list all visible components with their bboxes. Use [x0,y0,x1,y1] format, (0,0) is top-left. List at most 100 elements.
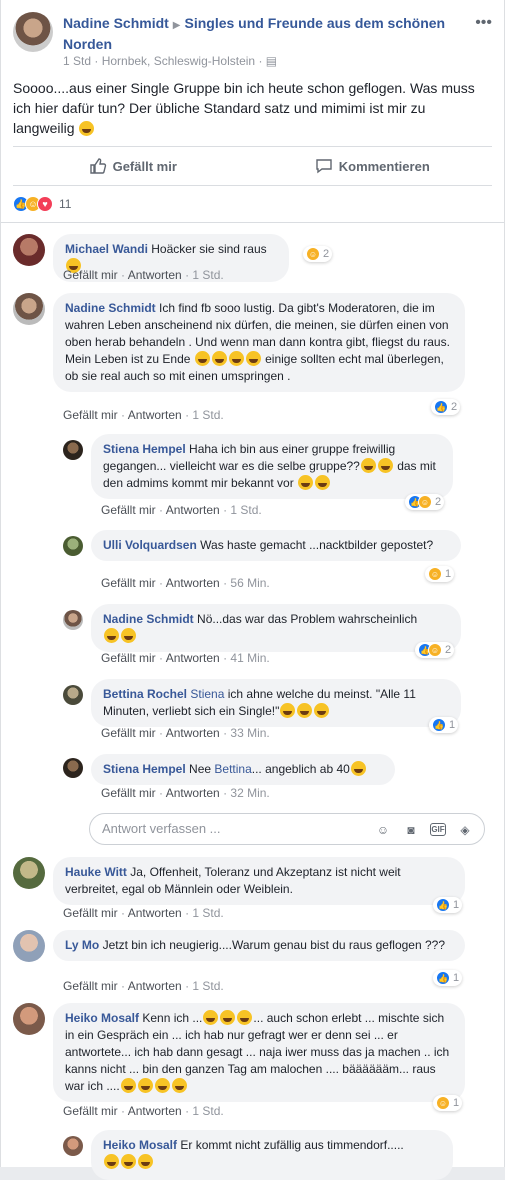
post-header: Nadine Schmidt ▶ Singles und Freunde aus d… [13,12,492,72]
comment-author[interactable]: Ulli Volquardsen [103,538,197,552]
comment-reply-link[interactable]: Antworten [166,786,220,800]
comment-like-link[interactable]: Gefällt mir [101,503,156,517]
comment-mention[interactable]: Stiena [190,687,224,701]
comment-time[interactable]: 1 Std. [192,979,223,993]
comment-author[interactable]: Stiena Hempel [103,762,186,776]
more-options-icon[interactable]: ••• [475,14,492,32]
reply-composer: ☺ ◙ GIF ◈ [89,813,485,845]
comment-like-link[interactable]: Gefällt mir [101,651,156,665]
like-button[interactable]: Gefällt mir [13,147,253,185]
comment-author[interactable]: Heiko Mosalf [103,1138,177,1152]
comment-like-link[interactable]: Gefällt mir [63,906,118,920]
comment-reply-link[interactable]: Antworten [128,979,182,993]
like-reaction-icon: 👍 [434,400,448,414]
comment-time[interactable]: 1 Std. [230,503,261,517]
comment-time[interactable]: 32 Min. [230,786,269,800]
comment-like-link[interactable]: Gefällt mir [101,786,156,800]
comment-author[interactable]: Stiena Hempel [103,442,186,456]
rofl-emoji-icon [360,458,376,473]
comment-reactions[interactable]: ☺ 1 [433,1095,463,1111]
comment-like-link[interactable]: Gefällt mir [101,726,156,740]
avatar[interactable] [63,1136,83,1156]
comment-time[interactable]: 41 Min. [230,651,269,665]
comment-reply-link[interactable]: Antworten [166,576,220,590]
camera-icon[interactable]: ◙ [402,821,420,839]
comment-author[interactable]: Hauke Witt [65,865,127,879]
comment-bubble: Stiena Hempel Haha ich bin aus einer gru… [91,434,453,499]
reaction-count: 11 [59,197,72,211]
comment-reply-link[interactable]: Antworten [166,726,220,740]
avatar[interactable] [13,930,45,962]
avatar[interactable] [63,440,83,460]
comment-time[interactable]: 1 Std. [192,408,223,422]
comment-reactions[interactable]: 👍 1 [433,970,463,986]
post-time[interactable]: 1 Std [63,54,91,68]
comment-time[interactable]: 1 Std. [192,268,223,282]
rofl-emoji-icon [377,458,393,473]
comment-like-link[interactable]: Gefällt mir [63,979,118,993]
comment-actions: Gefällt mir · Antworten · 1 Std. [63,268,224,282]
author-avatar[interactable] [13,12,53,52]
avatar[interactable] [13,1003,45,1035]
comment-author[interactable]: Nadine Schmidt [103,612,194,626]
comment-reactions[interactable]: ☺ 2 [303,246,333,262]
comment-reactions[interactable]: 👍 ☺ 2 [405,494,445,510]
comment-mention[interactable]: Bettina [214,762,251,776]
comment-reply-link[interactable]: Antworten [166,503,220,517]
comment-reactions[interactable]: 👍 1 [433,897,463,913]
comment-button-label: Kommentieren [338,158,430,174]
avatar[interactable] [13,293,45,325]
comment-like-link[interactable]: Gefällt mir [63,268,118,282]
comment-text: Hoäcker sie sind raus [151,242,267,256]
divider [1,222,504,223]
post-author-name[interactable]: Nadine Schmidt [63,15,169,31]
comment-reply-link[interactable]: Antworten [128,268,182,282]
comment-time[interactable]: 56 Min. [230,576,269,590]
composer-icons: ☺ ◙ GIF ◈ [374,821,474,839]
reply-input[interactable] [102,821,352,836]
comment-reactions[interactable]: 👍 ☺ 2 [415,642,455,658]
comment-reaction-count: 1 [453,899,460,911]
post-card: Nadine Schmidt ▶ Singles und Freunde aus d… [0,0,505,1180]
comment-time[interactable]: 1 Std. [192,906,223,920]
comment-text: Nö...das war das Problem wahrscheinlich [197,612,418,626]
emoji-picker-icon[interactable]: ☺ [374,821,392,839]
comment-like-link[interactable]: Gefällt mir [101,576,156,590]
reaction-summary[interactable]: 👍 ☺ ♥ 11 [13,196,71,212]
avatar[interactable] [63,685,83,705]
gif-icon[interactable]: GIF [430,823,446,836]
comment-author[interactable]: Ly Mo [65,938,99,952]
comment-author[interactable]: Nadine Schmidt [65,301,156,315]
comment-reactions[interactable]: ☺ 1 [425,566,455,582]
comment-reaction-count: 1 [445,568,452,580]
comment-button[interactable]: Kommentieren [253,147,493,185]
laughing-emoji-icon [297,703,313,718]
like-reaction-icon: 👍 [436,898,450,912]
post-location[interactable]: Hornbek, Schleswig-Holstein [102,54,255,68]
sticker-icon[interactable]: ◈ [456,821,474,839]
comment-author[interactable]: Bettina Rochel [103,687,187,701]
comment-author[interactable]: Heiko Mosalf [65,1011,139,1025]
comment-like-link[interactable]: Gefällt mir [63,1104,118,1118]
avatar[interactable] [13,234,45,266]
avatar[interactable] [63,610,83,630]
comment-reply-link[interactable]: Antworten [128,408,182,422]
avatar[interactable] [13,857,45,889]
post-actions: Gefällt mir Kommentieren [13,146,492,186]
comment-reactions[interactable]: 👍 2 [431,399,461,415]
comment-time[interactable]: 33 Min. [230,726,269,740]
comment-reply-link[interactable]: Antworten [128,1104,182,1118]
comment-author[interactable]: Michael Wandi [65,242,148,256]
comment-reply-link[interactable]: Antworten [128,906,182,920]
comment-actions: Gefällt mir · Antworten · 1 Std. [101,503,262,517]
haha-reaction-icon: ☺ [428,643,442,657]
comment-bubble: Heiko Mosalf Er kommt nicht zufällig aus… [91,1130,453,1180]
comment-time[interactable]: 1 Std. [192,1104,223,1118]
comment-like-link[interactable]: Gefällt mir [63,408,118,422]
avatar[interactable] [63,758,83,778]
comment-reactions[interactable]: 👍 1 [429,717,459,733]
like-button-label: Gefällt mir [112,158,177,174]
avatar[interactable] [63,536,83,556]
comment-reply-link[interactable]: Antworten [166,651,220,665]
comment-bubble: Bettina Rochel Stiena ich ahne welche du… [91,679,461,727]
